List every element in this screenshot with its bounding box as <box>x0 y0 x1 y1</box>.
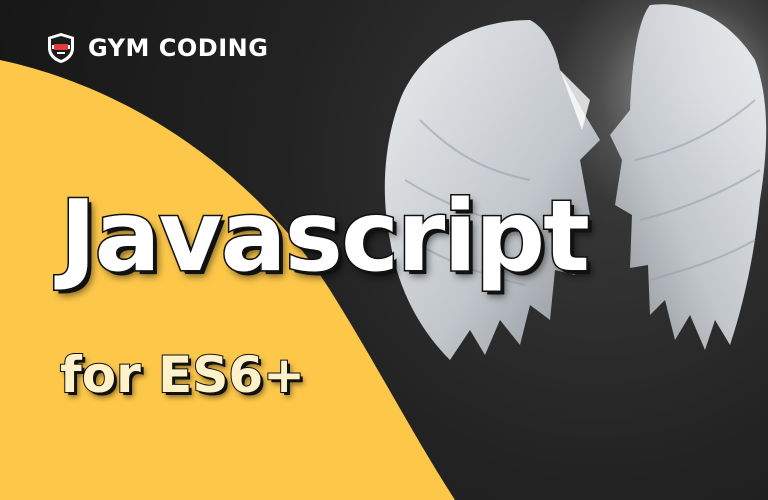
course-title: Javascript <box>59 180 592 294</box>
course-subtitle: for ES6+ <box>59 346 306 404</box>
gym-badge-icon <box>48 33 74 63</box>
brand-logo: GYM CODING <box>46 32 268 64</box>
course-thumbnail: GYM CODING Javascript for ES6+ <box>0 0 768 500</box>
brand-name: GYM CODING <box>88 34 269 62</box>
